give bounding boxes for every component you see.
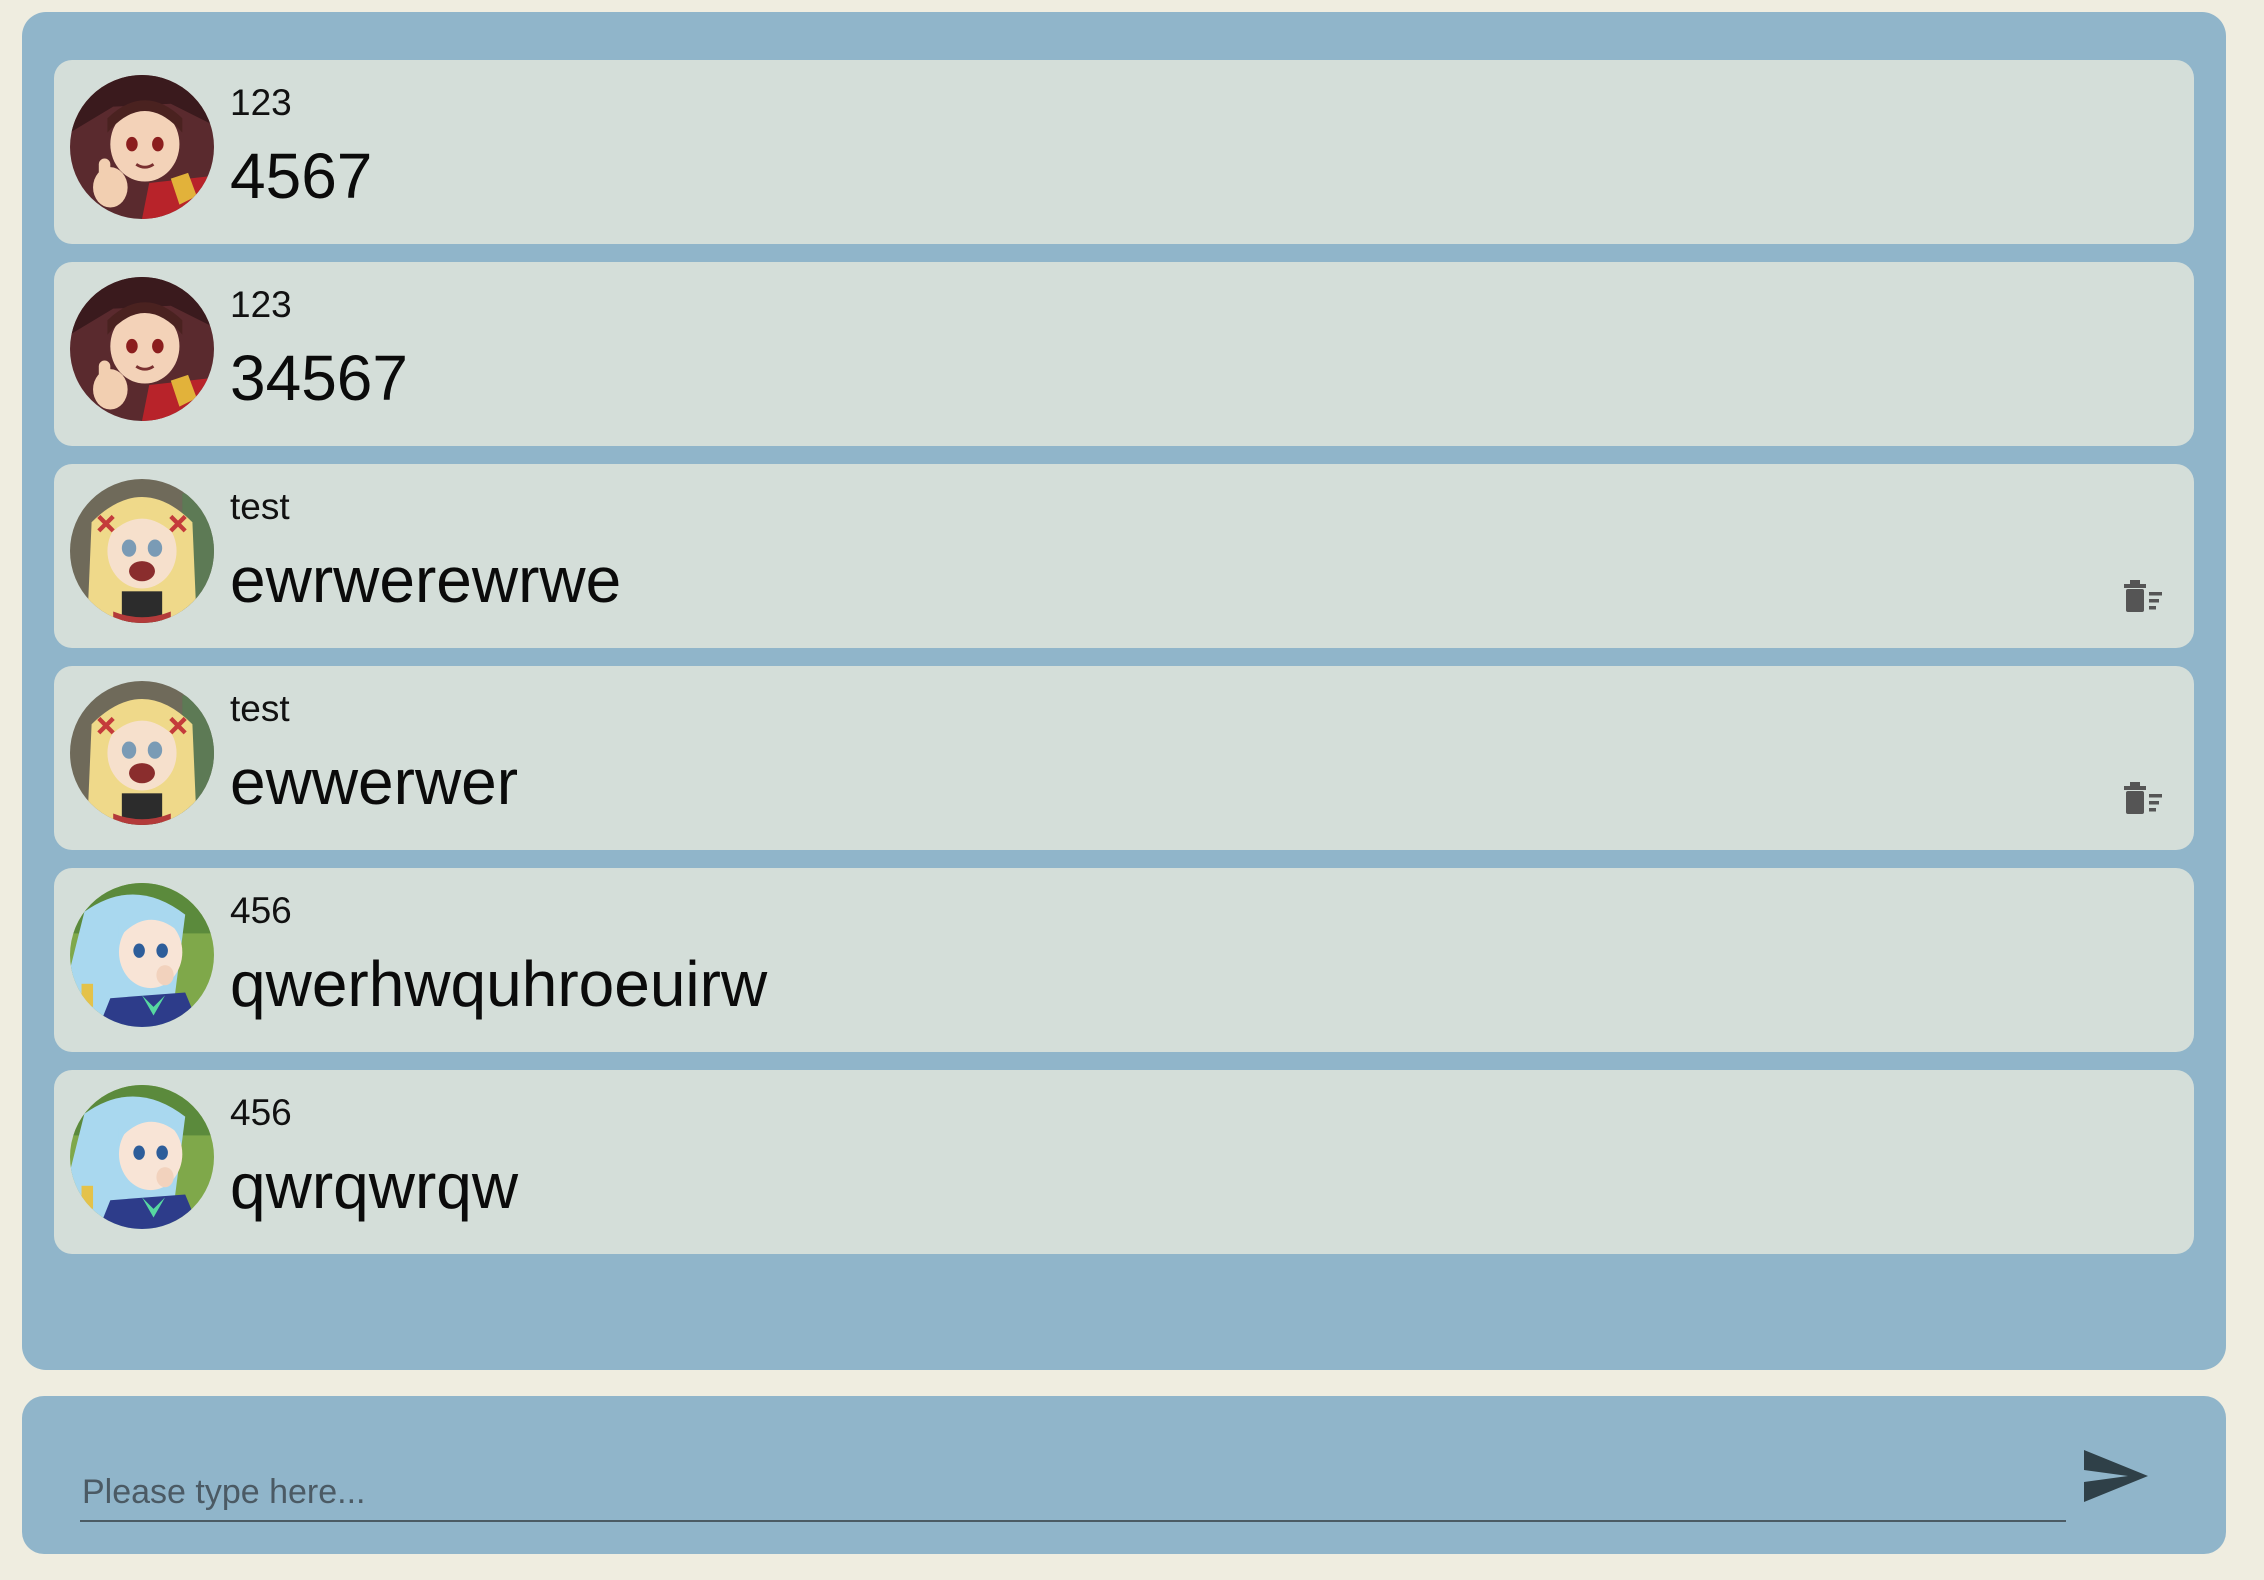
message-text: qwerhwquhroeuirw: [230, 948, 768, 1020]
delete-sweep-icon: [2124, 782, 2162, 814]
message-item: test ewrwerewrwe: [54, 464, 2194, 648]
user-avatar: [70, 479, 214, 623]
message-text: 4567: [230, 140, 373, 212]
message-item: 123 4567: [54, 60, 2194, 244]
user-avatar: [70, 883, 214, 1027]
delete-message-button[interactable]: [2120, 778, 2164, 818]
message-item: test ewwerwer: [54, 666, 2194, 850]
delete-message-button[interactable]: [2120, 576, 2164, 616]
message-text: ewwerwer: [230, 746, 519, 818]
message-input-field: [80, 1458, 2066, 1522]
message-item: 456 qwerhwquhroeuirw: [54, 868, 2194, 1052]
avatar-blue-hair-girl-icon: [70, 1085, 214, 1229]
message-username: test: [230, 486, 290, 527]
user-avatar: [70, 75, 214, 219]
user-avatar: [70, 681, 214, 825]
avatar-blonde-girl-icon: [70, 681, 214, 825]
message-username: test: [230, 688, 290, 729]
user-avatar: [70, 1085, 214, 1229]
message-username: 123: [230, 82, 292, 123]
message-username: 456: [230, 890, 292, 931]
avatar-blonde-girl-icon: [70, 479, 214, 623]
message-item: 456 qwrqwrqw: [54, 1070, 2194, 1254]
send-button[interactable]: [2082, 1446, 2152, 1506]
avatar-red-hat-girl-icon: [70, 75, 214, 219]
message-text: qwrqwrqw: [230, 1150, 519, 1222]
user-avatar: [70, 277, 214, 421]
send-icon: [2084, 1450, 2148, 1502]
message-item: 123 34567: [54, 262, 2194, 446]
message-composer: [22, 1396, 2226, 1554]
avatar-red-hat-girl-icon: [70, 277, 214, 421]
message-text: 34567: [230, 342, 408, 414]
message-username: 456: [230, 1092, 292, 1133]
message-username: 123: [230, 284, 292, 325]
message-input[interactable]: [80, 1464, 2066, 1520]
delete-sweep-icon: [2124, 580, 2162, 612]
message-list: 123 4567 123 34567 test ewrwerewrwe test…: [22, 12, 2226, 1370]
avatar-blue-hair-girl-icon: [70, 883, 214, 1027]
message-text: ewrwerewrwe: [230, 544, 622, 616]
